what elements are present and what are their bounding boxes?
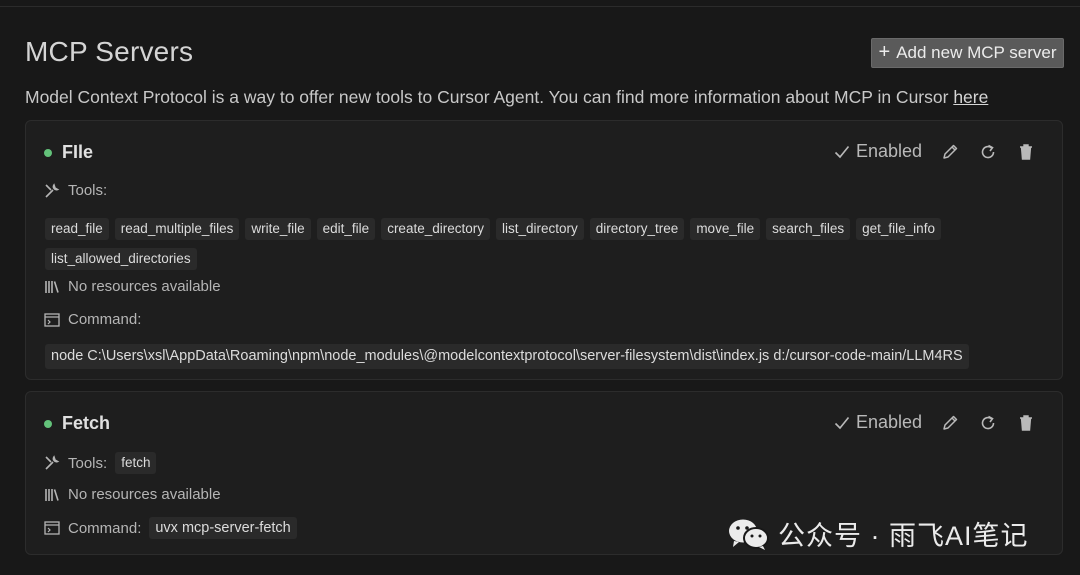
tools-row: Tools:	[44, 182, 107, 199]
edit-pencil-icon[interactable]	[940, 142, 960, 162]
tool-chip: edit_file	[316, 218, 376, 240]
command-label: Command:	[68, 311, 142, 328]
trash-icon[interactable]	[1016, 142, 1036, 162]
tools-icon	[44, 182, 60, 199]
tool-chip: fetch	[115, 452, 157, 474]
mcp-settings-page: MCP Servers + Add new MCP server Model C…	[0, 0, 1080, 575]
command-row: Command:	[44, 311, 141, 328]
resources-label: No resources available	[68, 486, 221, 503]
server-actions: Enabled	[834, 141, 1036, 162]
tool-chip: list_directory	[495, 218, 584, 240]
status-dot-icon	[44, 148, 52, 157]
enabled-toggle[interactable]: Enabled	[834, 412, 922, 433]
tools-row: Tools: fetch	[44, 452, 157, 474]
server-card-file: FIle Enabled Tools: read_file read_multi…	[25, 120, 1063, 380]
terminal-icon	[44, 312, 60, 328]
enabled-toggle[interactable]: Enabled	[834, 141, 922, 162]
tool-chip: list_allowed_directories	[45, 248, 197, 270]
library-icon	[44, 487, 60, 503]
command-value: node C:\Users\xsl\AppData\Roaming\npm\no…	[45, 344, 969, 369]
status-dot-icon	[44, 419, 52, 428]
edit-pencil-icon[interactable]	[940, 413, 960, 433]
enabled-label: Enabled	[855, 141, 922, 161]
trash-icon[interactable]	[1016, 413, 1036, 433]
check-icon	[834, 145, 850, 158]
resources-label: No resources available	[68, 278, 221, 295]
command-row: Command: uvx mcp-server-fetch	[44, 517, 297, 539]
add-mcp-server-button[interactable]: + Add new MCP server	[871, 38, 1064, 68]
page-description: Model Context Protocol is a way to offer…	[25, 87, 988, 108]
tool-chip: search_files	[766, 218, 851, 240]
server-title: FIle	[44, 142, 93, 163]
plus-icon: +	[878, 41, 891, 63]
tools-label: Tools:	[68, 454, 108, 472]
server-title: Fetch	[44, 413, 110, 434]
check-icon	[834, 416, 850, 429]
resources-row: No resources available	[44, 486, 221, 503]
refresh-icon[interactable]	[978, 142, 998, 162]
tool-chip: directory_tree	[589, 218, 685, 240]
command-label: Command:	[68, 519, 142, 537]
wechat-icon	[729, 519, 769, 550]
watermark: 公众号 · 雨飞AI笔记	[728, 514, 1029, 553]
add-mcp-server-label: Add new MCP server	[896, 43, 1057, 62]
server-name: FIle	[62, 142, 94, 162]
tool-chip: write_file	[245, 218, 311, 240]
tools-icon	[44, 455, 60, 471]
watermark-text: 公众号 · 雨飞AI笔记	[778, 521, 1029, 551]
mcp-info-link[interactable]: here	[953, 87, 988, 107]
command-value: uvx mcp-server-fetch	[149, 517, 297, 539]
server-name: Fetch	[62, 413, 111, 433]
tool-chip: move_file	[690, 218, 761, 240]
description-text: Model Context Protocol is a way to offer…	[25, 87, 954, 107]
page-title: MCP Servers	[25, 36, 194, 67]
tools-label: Tools:	[68, 182, 108, 199]
tool-chip: read_file	[45, 218, 109, 240]
terminal-icon	[44, 520, 60, 536]
refresh-icon[interactable]	[978, 413, 998, 433]
top-divider	[0, 6, 1080, 7]
library-icon	[44, 279, 60, 295]
tool-chip: read_multiple_files	[114, 218, 240, 240]
tool-chip: get_file_info	[856, 218, 941, 240]
tool-chip-list: read_file read_multiple_files write_file…	[45, 218, 972, 270]
enabled-label: Enabled	[855, 412, 922, 432]
server-actions: Enabled	[834, 412, 1036, 433]
resources-row: No resources available	[44, 278, 221, 295]
tool-chip: create_directory	[381, 218, 490, 240]
